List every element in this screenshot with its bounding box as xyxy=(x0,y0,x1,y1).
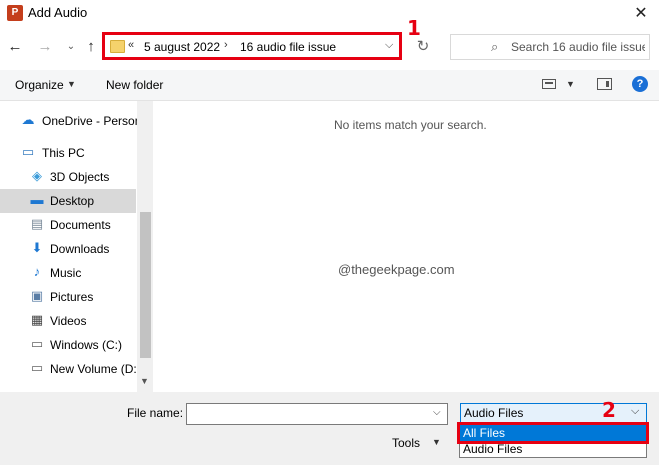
new-folder-button[interactable]: New folder xyxy=(106,78,163,92)
annotation-marker-2: 2 xyxy=(602,398,616,422)
sidebar-item-label: Desktop xyxy=(50,194,95,208)
sidebar-item-label: Downloads xyxy=(50,242,110,256)
sidebar-item-documents[interactable]: ▤ Documents xyxy=(0,213,136,237)
sidebar-item-label: New Volume (D: xyxy=(50,362,137,376)
sidebar-item-onedrive[interactable]: ☁ OneDrive - Person xyxy=(0,109,142,133)
chevron-down-icon[interactable]: ▼ xyxy=(566,79,575,89)
annotation-marker-1: 1 xyxy=(407,16,421,40)
pictures-icon: ▣ xyxy=(30,288,44,303)
sidebar-item-pictures[interactable]: ▣ Pictures xyxy=(0,285,136,309)
documents-icon: ▤ xyxy=(30,216,44,231)
file-type-selected-value: Audio Files xyxy=(464,406,524,420)
sidebar-item-label: Windows (C:) xyxy=(50,338,123,352)
sidebar-item-music[interactable]: ♪ Music xyxy=(0,261,136,285)
sidebar-item-new-volume-d[interactable]: ▭ New Volume (D: xyxy=(0,357,137,381)
sidebar-item-3d-objects[interactable]: ◈ 3D Objects xyxy=(0,165,136,189)
drive-icon: ▭ xyxy=(30,360,44,375)
powerpoint-icon: P xyxy=(7,5,23,21)
refresh-icon[interactable]: ↻ xyxy=(414,38,432,56)
sidebar-item-label: Music xyxy=(50,266,82,280)
downloads-icon: ⬇ xyxy=(31,240,43,255)
window-title: Add Audio xyxy=(28,5,88,20)
tools-button[interactable]: Tools xyxy=(392,436,420,450)
sidebar-item-label: OneDrive - Person xyxy=(42,114,142,128)
folder-icon xyxy=(110,40,125,53)
file-type-option-all-files[interactable]: All Files xyxy=(457,422,649,444)
title-bar xyxy=(0,0,659,28)
recent-locations-chevron-icon[interactable]: ⌄ xyxy=(62,38,80,56)
sidebar-item-downloads[interactable]: ⬇ Downloads xyxy=(0,237,136,261)
sidebar-item-label: 3D Objects xyxy=(50,170,110,184)
chevron-down-icon[interactable]: ▼ xyxy=(432,437,441,447)
back-arrow-icon[interactable]: ← xyxy=(6,38,24,56)
chevron-down-icon[interactable]: ⌵ xyxy=(433,407,441,418)
breadcrumb-item[interactable]: 16 audio file issue xyxy=(240,40,336,54)
file-type-option-audio-files[interactable]: Audio Files xyxy=(460,441,646,457)
onedrive-icon: ☁ xyxy=(21,112,35,127)
chevron-down-icon[interactable]: ⌵ xyxy=(385,39,393,52)
view-options-icon[interactable] xyxy=(542,79,556,89)
search-icon: ⌕ xyxy=(491,39,499,54)
sidebar-item-desktop[interactable]: ▬ Desktop xyxy=(0,189,136,213)
file-name-input[interactable]: ⌵ xyxy=(186,403,448,425)
address-bar[interactable]: « 5 august 2022 › 16 audio file issue ⌵ xyxy=(102,32,402,60)
file-type-dropdown-list: All Files Audio Files xyxy=(457,422,649,458)
sidebar-item-label: Documents xyxy=(50,218,111,232)
sidebar-item-label: Pictures xyxy=(50,290,94,304)
watermark-text: @thegeekpage.com xyxy=(338,262,455,277)
sidebar-scroll-thumb[interactable] xyxy=(140,212,151,358)
breadcrumb-separator-icon[interactable]: › xyxy=(224,39,228,51)
cube-icon: ◈ xyxy=(32,168,42,183)
sidebar-item-windows-c[interactable]: ▭ Windows (C:) xyxy=(0,333,136,357)
file-name-label: File name: xyxy=(127,406,184,420)
sidebar-item-videos[interactable]: ▦ Videos xyxy=(0,309,136,333)
desktop-icon: ▬ xyxy=(30,192,44,207)
search-input[interactable] xyxy=(511,37,645,57)
preview-pane-icon[interactable] xyxy=(597,78,612,90)
up-arrow-icon[interactable]: ↑ xyxy=(82,38,100,56)
forward-arrow-icon[interactable]: → xyxy=(36,38,54,56)
sidebar-item-label: Videos xyxy=(50,314,87,328)
close-button[interactable]: ✕ xyxy=(628,2,654,26)
toolbar: Organize ▼ New folder ▼ ? xyxy=(0,70,659,101)
navigation-pane: ☁ OneDrive - Person ▭ This PC ◈ 3D Objec… xyxy=(0,101,153,392)
chevron-down-icon[interactable]: ▼ xyxy=(67,79,76,89)
videos-icon: ▦ xyxy=(30,312,44,327)
sidebar-item-this-pc[interactable]: ▭ This PC xyxy=(0,141,136,165)
drive-icon: ▭ xyxy=(30,336,44,351)
pc-icon: ▭ xyxy=(21,144,35,159)
breadcrumb-item[interactable]: 5 august 2022 xyxy=(144,40,220,54)
scroll-down-icon[interactable]: ▼ xyxy=(140,376,149,386)
help-icon[interactable]: ? xyxy=(632,76,648,92)
breadcrumb-overflow[interactable]: « xyxy=(128,39,134,51)
empty-state-message: No items match your search. xyxy=(334,118,487,132)
music-icon: ♪ xyxy=(33,264,41,279)
file-type-select[interactable]: Audio Files ⌵ xyxy=(460,403,647,423)
organize-button[interactable]: Organize xyxy=(15,78,64,92)
sidebar-item-label: This PC xyxy=(42,146,85,160)
chevron-down-icon[interactable]: ⌵ xyxy=(631,405,639,418)
search-box[interactable]: ⌕ xyxy=(450,34,650,60)
